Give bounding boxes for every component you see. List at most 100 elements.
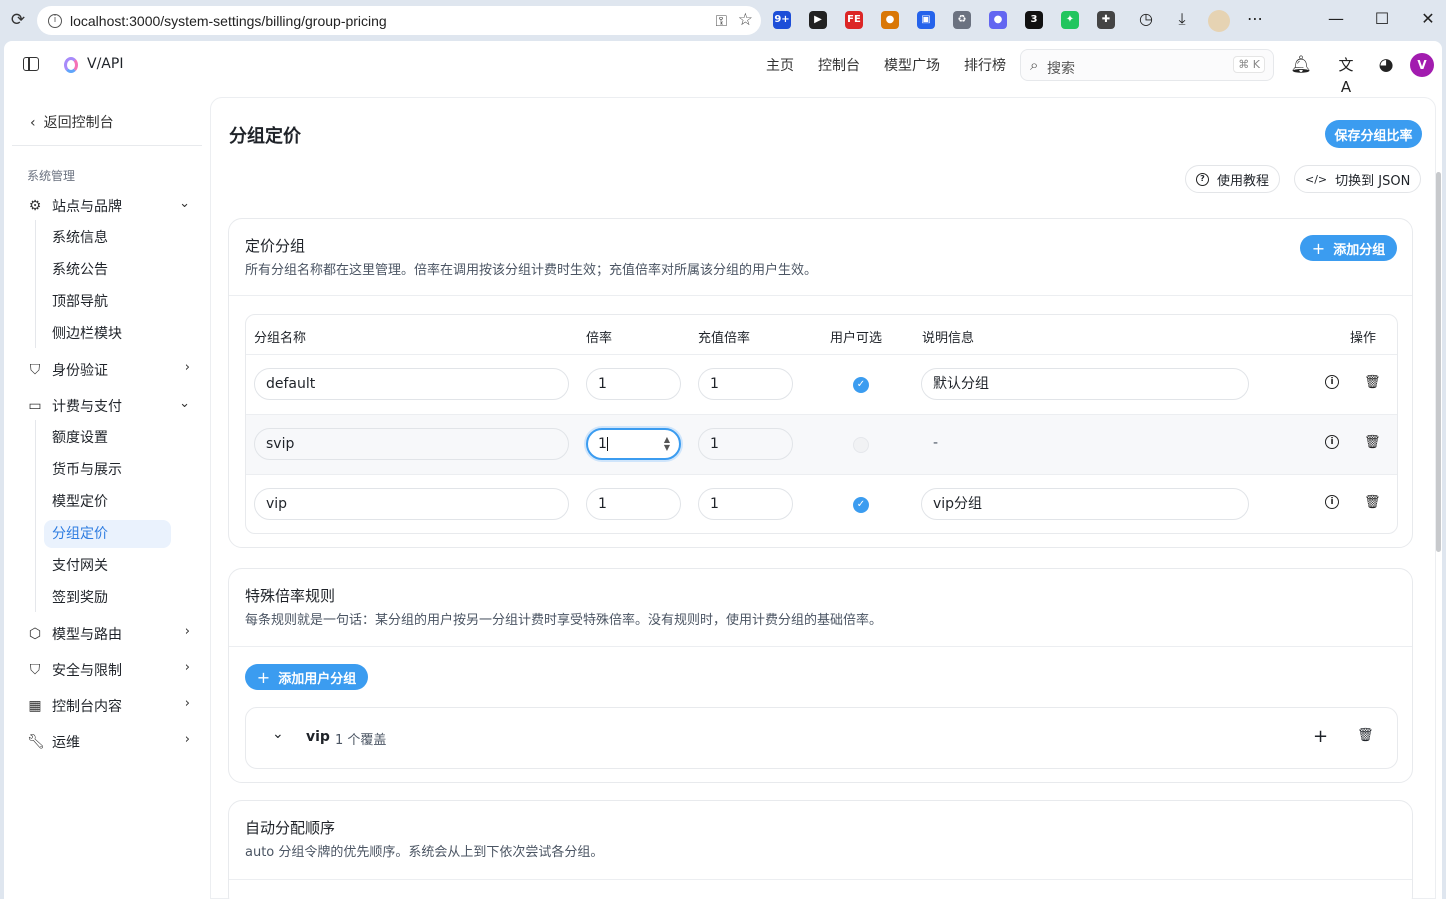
- cookie-icon[interactable]: ●: [881, 11, 899, 29]
- ext-1-icon[interactable]: 9+: [773, 11, 791, 29]
- description-input[interactable]: vip分组: [921, 488, 1249, 520]
- switch-json-button[interactable]: </> 切换到 JSON: [1294, 165, 1422, 193]
- sidebar-item-model-pricing[interactable]: 模型定价: [44, 488, 171, 516]
- ext-8-icon[interactable]: 3: [1025, 11, 1043, 29]
- ratio-input[interactable]: 1: [586, 368, 681, 400]
- chevron-down-icon[interactable]: ⌄: [272, 726, 284, 742]
- info-icon[interactable]: i: [1325, 375, 1339, 389]
- sidebar-item-site[interactable]: ⚙ 站点与品牌 ⌄: [24, 192, 194, 220]
- bookmark-star-icon[interactable]: ☆: [738, 10, 753, 30]
- sidebar-item-billing[interactable]: ▭ 计费与支付 ⌄: [24, 392, 194, 420]
- plus-icon[interactable]: +: [1313, 726, 1328, 747]
- sidebar-item-system-info[interactable]: 系统信息: [44, 224, 171, 252]
- credit-card-icon: ▭: [28, 398, 42, 414]
- profile-avatar[interactable]: [1208, 10, 1230, 32]
- palette-icon[interactable]: ◕: [1375, 54, 1397, 76]
- nav-ranking[interactable]: 排行榜: [964, 55, 1006, 75]
- address-bar[interactable]: i localhost:3000/system-settings/billing…: [37, 6, 761, 35]
- brand-name[interactable]: V/API: [87, 56, 123, 72]
- number-stepper-icon[interactable]: ▲ ▼: [664, 436, 670, 452]
- sidebar-item-quota[interactable]: 额度设置: [44, 424, 171, 452]
- help-circle-icon: ?: [1196, 172, 1209, 186]
- pricing-groups-table: 分组名称 倍率 充值倍率 用户可选 说明信息 操作 default 1 1 ✓ …: [245, 314, 1398, 534]
- avatar[interactable]: V: [1410, 53, 1434, 77]
- site-info-icon[interactable]: i: [48, 13, 62, 28]
- topup-ratio-input[interactable]: 1: [698, 428, 793, 460]
- ext-7-icon[interactable]: ●: [989, 11, 1007, 29]
- tutorial-button[interactable]: ? 使用教程: [1185, 165, 1281, 193]
- sidebar-item-auth[interactable]: ⛉ 身份验证 ›: [24, 356, 194, 384]
- add-group-button[interactable]: + 添加分组: [1300, 235, 1397, 261]
- sidebar-section-label: 系统管理: [27, 169, 76, 183]
- back-to-console[interactable]: ‹ 返回控制台: [30, 112, 114, 132]
- puzzle-green-icon[interactable]: ✦: [1061, 11, 1079, 29]
- ext-2-icon[interactable]: ▶: [809, 11, 827, 29]
- nav-models[interactable]: 模型广场: [884, 55, 940, 75]
- col-group-name: 分组名称: [254, 331, 307, 346]
- page: V/API 主页 控制台 模型广场 排行榜 ⌕ 搜索 ⌘ K 🔔︎ 文A ◕ V…: [4, 41, 1442, 899]
- translate-icon[interactable]: 文A: [1335, 54, 1357, 96]
- description-input[interactable]: 默认分组: [921, 368, 1249, 400]
- card-divider: [229, 295, 1412, 296]
- more-menu-icon[interactable]: ⋯: [1245, 9, 1265, 28]
- group-name-input[interactable]: svip: [254, 428, 569, 460]
- add-user-group-button[interactable]: + 添加用户分组: [245, 664, 368, 690]
- bell-icon[interactable]: 🔔︎: [1290, 54, 1312, 76]
- address-url[interactable]: localhost:3000/system-settings/billing/g…: [70, 13, 387, 29]
- sidebar-item-top-nav[interactable]: 顶部导航: [44, 288, 171, 316]
- sidebar-item-ops[interactable]: 🔧︎ 运维 ›: [24, 728, 194, 756]
- sidebar-item-models[interactable]: ⬡ 模型与路由 ›: [24, 620, 194, 648]
- maximize-icon[interactable]: ☐: [1372, 9, 1392, 28]
- extensions-icon[interactable]: ✚: [1097, 11, 1115, 29]
- sidebar-item-label: 模型与路由: [52, 627, 122, 643]
- ext-3-icon[interactable]: FE: [845, 11, 863, 29]
- search-input[interactable]: ⌕ 搜索 ⌘ K: [1020, 49, 1274, 81]
- page-title: 分组定价: [229, 126, 301, 147]
- ratio-input[interactable]: 1 ▲ ▼: [586, 428, 681, 460]
- sidebar-item-checkin-reward[interactable]: 签到奖励: [44, 584, 171, 612]
- rule-group-row[interactable]: ⌄ vip 1 个覆盖 + 🗑︎: [245, 707, 1398, 769]
- download-icon[interactable]: ⤓: [1172, 9, 1192, 29]
- recycle-icon[interactable]: ♻: [953, 11, 971, 29]
- topup-ratio-input[interactable]: 1: [698, 368, 793, 400]
- group-name-input[interactable]: default: [254, 368, 569, 400]
- trash-icon[interactable]: 🗑︎: [1364, 375, 1381, 391]
- minimize-icon[interactable]: —: [1326, 9, 1346, 28]
- sidebar-item-payment-gateway[interactable]: 支付网关: [44, 552, 171, 580]
- trash-icon[interactable]: 🗑︎: [1364, 435, 1381, 451]
- reload-icon[interactable]: ⟳: [8, 10, 28, 30]
- group-name-input[interactable]: vip: [254, 488, 569, 520]
- sidebar-item-currency[interactable]: 货币与展示: [44, 456, 171, 484]
- rule-count: 1 个覆盖: [335, 733, 387, 748]
- selectable-checkbox[interactable]: ✓: [853, 497, 869, 513]
- selectable-checkbox[interactable]: [853, 437, 869, 453]
- ext-5-icon[interactable]: ▣: [917, 11, 935, 29]
- info-icon[interactable]: i: [1325, 435, 1339, 449]
- close-window-icon[interactable]: ✕: [1418, 9, 1438, 28]
- sidebar-item-label: 站点与品牌: [52, 199, 122, 215]
- password-key-icon[interactable]: ⚿: [716, 12, 727, 30]
- nav-home[interactable]: 主页: [766, 55, 794, 75]
- history-icon[interactable]: ◷: [1136, 9, 1156, 28]
- sidebar-item-console-content[interactable]: ▦ 控制台内容 ›: [24, 692, 194, 720]
- layout-icon: ▦: [28, 698, 42, 714]
- nav-console[interactable]: 控制台: [818, 55, 860, 75]
- sidebar-item-sidebar-modules[interactable]: 侧边栏模块: [44, 320, 171, 348]
- selectable-checkbox[interactable]: ✓: [853, 377, 869, 393]
- auto-order-description: auto 分组令牌的优先顺序。系统会从上到下依次尝试各分组。: [245, 845, 604, 860]
- info-icon[interactable]: i: [1325, 495, 1339, 509]
- save-group-ratio-button[interactable]: 保存分组比率: [1325, 120, 1422, 148]
- scrollbar[interactable]: [1436, 172, 1441, 552]
- sidebar-item-group-pricing[interactable]: 分组定价: [44, 520, 171, 548]
- add-user-group-label: 添加用户分组: [278, 671, 357, 687]
- trash-icon[interactable]: 🗑︎: [1357, 728, 1374, 743]
- gear-icon: ⚙: [28, 198, 42, 214]
- topup-ratio-input[interactable]: 1: [698, 488, 793, 520]
- sidebar-item-security[interactable]: ⛉ 安全与限制 ›: [24, 656, 194, 684]
- sidebar-toggle-icon[interactable]: [23, 57, 39, 71]
- chevron-down-icon: ⌄: [179, 196, 190, 211]
- sidebar-divider: [12, 145, 202, 146]
- trash-icon[interactable]: 🗑︎: [1364, 495, 1381, 511]
- sidebar-item-announcement[interactable]: 系统公告: [44, 256, 171, 284]
- ratio-input[interactable]: 1: [586, 488, 681, 520]
